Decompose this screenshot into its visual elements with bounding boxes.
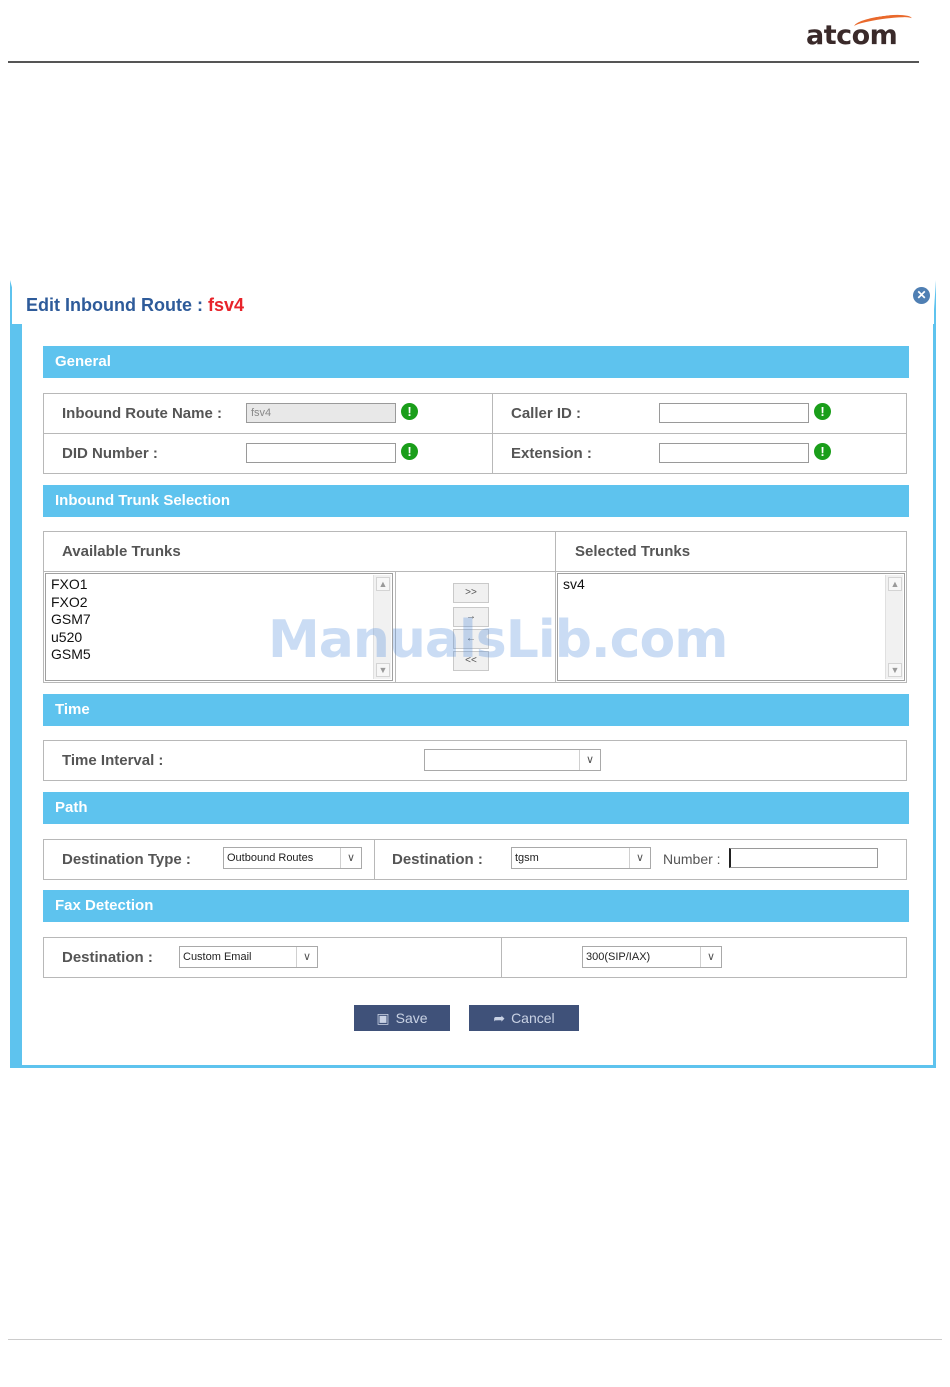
redo-arrow-icon: ➦ xyxy=(493,1010,506,1026)
chevron-down-icon: ∨ xyxy=(629,848,650,868)
list-item[interactable]: sv4 xyxy=(563,576,585,594)
did-number-label: DID Number : xyxy=(62,445,158,462)
dialog-title-prefix: Edit Inbound Route : xyxy=(26,295,208,315)
valid-check-icon: ! xyxy=(814,443,831,460)
footer-divider xyxy=(8,1339,942,1340)
section-time: Time xyxy=(43,694,909,726)
available-trunks-label: Available Trunks xyxy=(62,543,181,560)
general-col-divider xyxy=(492,393,493,474)
time-interval-select[interactable]: ∨ xyxy=(424,749,601,771)
time-interval-label: Time Interval : xyxy=(62,752,164,769)
number-label: Number : xyxy=(663,851,721,867)
destination-value: tgsm xyxy=(515,852,539,864)
scroll-up-icon[interactable]: ▲ xyxy=(888,577,902,591)
valid-check-icon: ! xyxy=(401,403,418,420)
scroll-up-icon[interactable]: ▲ xyxy=(376,577,390,591)
destination-select[interactable]: tgsm ∨ xyxy=(511,847,651,869)
header-divider xyxy=(8,61,919,63)
destination-type-label: Destination Type : xyxy=(62,851,191,868)
extension-input[interactable] xyxy=(659,443,809,463)
fax-destination-select[interactable]: Custom Email ∨ xyxy=(179,946,318,968)
chevron-down-icon: ∨ xyxy=(700,947,721,967)
list-item[interactable]: GSM5 xyxy=(51,646,91,664)
fax-table xyxy=(43,937,907,978)
path-col-divider xyxy=(374,839,375,880)
chevron-down-icon: ∨ xyxy=(579,750,600,770)
section-inbound-trunk-selection: Inbound Trunk Selection xyxy=(43,485,909,517)
valid-check-icon: ! xyxy=(814,403,831,420)
chevron-down-icon: ∨ xyxy=(296,947,317,967)
fax-destination-label: Destination : xyxy=(62,949,153,966)
fax-extension-value: 300(SIP/IAX) xyxy=(586,951,651,963)
scrollbar[interactable]: ▲ ▼ xyxy=(885,575,903,679)
close-icon[interactable]: ✕ xyxy=(913,287,930,304)
fax-col-divider xyxy=(501,937,502,978)
trunk-header-divider xyxy=(43,571,907,572)
valid-check-icon: ! xyxy=(401,443,418,460)
list-item[interactable]: FXO2 xyxy=(51,594,91,612)
watermark: ManualsLib.com xyxy=(268,610,728,670)
route-name-label: Inbound Route Name : xyxy=(62,405,222,422)
section-general: General xyxy=(43,346,909,378)
move-all-right-button[interactable]: >> xyxy=(453,583,489,603)
list-item[interactable]: GSM7 xyxy=(51,611,91,629)
general-row-divider xyxy=(43,433,907,434)
section-fax-detection: Fax Detection xyxy=(43,890,909,922)
section-path: Path xyxy=(43,792,909,824)
caller-id-label: Caller ID : xyxy=(511,405,582,422)
route-name-input[interactable]: fsv4 xyxy=(246,403,396,423)
list-item[interactable]: FXO1 xyxy=(51,576,91,594)
dialog-title-route-name: fsv4 xyxy=(207,295,244,315)
cancel-button-label: Cancel xyxy=(511,1010,555,1026)
dialog-title: Edit Inbound Route : fsv4 xyxy=(26,295,244,316)
destination-label: Destination : xyxy=(392,851,483,868)
floppy-disk-icon: ▣ xyxy=(376,1010,390,1026)
number-input[interactable] xyxy=(729,848,878,868)
logo-text: atcom xyxy=(806,20,898,51)
destination-type-value: Outbound Routes xyxy=(227,852,314,864)
scroll-down-icon[interactable]: ▼ xyxy=(888,663,902,677)
selected-trunks-label: Selected Trunks xyxy=(575,543,691,560)
cancel-button[interactable]: ➦ Cancel xyxy=(469,1005,579,1031)
chevron-down-icon: ∨ xyxy=(340,848,361,868)
save-button-label: Save xyxy=(395,1010,428,1026)
save-button[interactable]: ▣ Save xyxy=(354,1005,450,1031)
did-number-input[interactable] xyxy=(246,443,396,463)
atcom-logo: atcom xyxy=(804,12,916,54)
fax-destination-value: Custom Email xyxy=(183,951,252,963)
destination-type-select[interactable]: Outbound Routes ∨ xyxy=(223,847,362,869)
caller-id-input[interactable] xyxy=(659,403,809,423)
list-item[interactable]: u520 xyxy=(51,629,91,647)
extension-label: Extension : xyxy=(511,445,592,462)
fax-extension-select[interactable]: 300(SIP/IAX) ∨ xyxy=(582,946,722,968)
